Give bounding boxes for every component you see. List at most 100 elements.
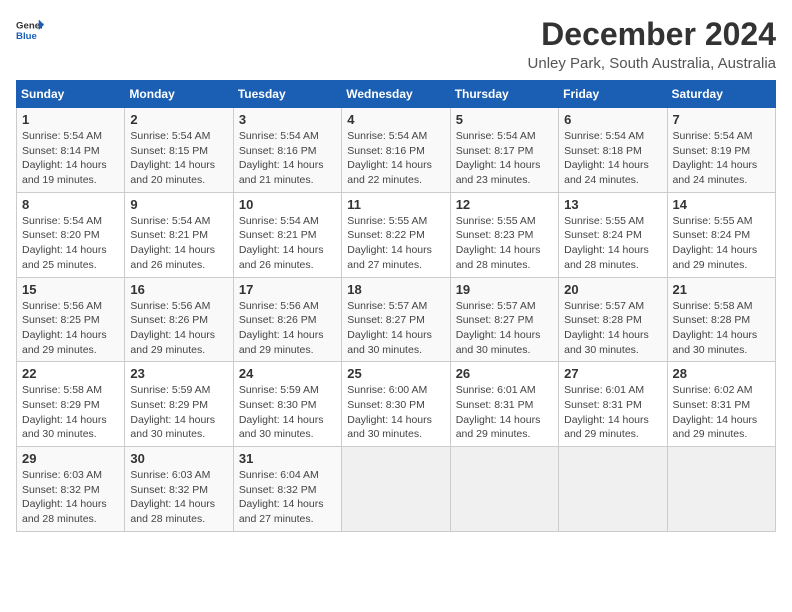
daylight-label: Daylight: 14 hours [456, 159, 541, 171]
sunrise-label: Sunrise: 5:59 AM [239, 384, 319, 396]
day-info: Sunrise: 5:54 AM Sunset: 8:21 PM Dayligh… [239, 214, 336, 273]
daylight-label: Daylight: 14 hours [564, 329, 649, 341]
daylight-minutes: and 30 minutes. [239, 428, 314, 440]
sunrise-label: Sunrise: 5:54 AM [130, 130, 210, 142]
calendar-week-row: 1 Sunrise: 5:54 AM Sunset: 8:14 PM Dayli… [17, 108, 776, 193]
calendar-day-cell: 14 Sunrise: 5:55 AM Sunset: 8:24 PM Dayl… [667, 192, 775, 277]
day-info: Sunrise: 5:57 AM Sunset: 8:27 PM Dayligh… [347, 299, 444, 358]
calendar-day-cell: 26 Sunrise: 6:01 AM Sunset: 8:31 PM Dayl… [450, 362, 558, 447]
day-number: 28 [673, 366, 770, 381]
weekday-header-monday: Monday [125, 81, 233, 108]
sunset-label: Sunset: 8:24 PM [564, 229, 642, 241]
day-number: 21 [673, 282, 770, 297]
daylight-minutes: and 20 minutes. [130, 174, 205, 186]
daylight-label: Daylight: 14 hours [673, 244, 758, 256]
day-number: 6 [564, 112, 661, 127]
sunset-label: Sunset: 8:17 PM [456, 145, 534, 157]
daylight-label: Daylight: 14 hours [239, 159, 324, 171]
sunrise-label: Sunrise: 5:54 AM [564, 130, 644, 142]
day-number: 7 [673, 112, 770, 127]
day-number: 3 [239, 112, 336, 127]
sunset-label: Sunset: 8:31 PM [564, 399, 642, 411]
daylight-minutes: and 29 minutes. [239, 344, 314, 356]
weekday-header-row: SundayMondayTuesdayWednesdayThursdayFrid… [17, 81, 776, 108]
daylight-label: Daylight: 14 hours [456, 244, 541, 256]
day-number: 15 [22, 282, 119, 297]
day-info: Sunrise: 5:54 AM Sunset: 8:19 PM Dayligh… [673, 129, 770, 188]
day-number: 29 [22, 451, 119, 466]
daylight-label: Daylight: 14 hours [564, 244, 649, 256]
daylight-minutes: and 19 minutes. [22, 174, 97, 186]
sunrise-label: Sunrise: 6:03 AM [22, 469, 102, 481]
daylight-label: Daylight: 14 hours [22, 498, 107, 510]
calendar-day-cell: 15 Sunrise: 5:56 AM Sunset: 8:25 PM Dayl… [17, 277, 125, 362]
day-info: Sunrise: 5:59 AM Sunset: 8:30 PM Dayligh… [239, 383, 336, 442]
sunrise-label: Sunrise: 5:54 AM [22, 215, 102, 227]
day-number: 8 [22, 197, 119, 212]
sunset-label: Sunset: 8:29 PM [130, 399, 208, 411]
day-number: 11 [347, 197, 444, 212]
sunset-label: Sunset: 8:16 PM [239, 145, 317, 157]
daylight-label: Daylight: 14 hours [239, 498, 324, 510]
sunset-label: Sunset: 8:19 PM [673, 145, 751, 157]
sunset-label: Sunset: 8:14 PM [22, 145, 100, 157]
month-title: December 2024 [528, 16, 776, 53]
day-number: 4 [347, 112, 444, 127]
calendar-day-cell: 20 Sunrise: 5:57 AM Sunset: 8:28 PM Dayl… [559, 277, 667, 362]
sunset-label: Sunset: 8:31 PM [673, 399, 751, 411]
calendar-week-row: 22 Sunrise: 5:58 AM Sunset: 8:29 PM Dayl… [17, 362, 776, 447]
daylight-minutes: and 25 minutes. [22, 259, 97, 271]
day-info: Sunrise: 6:04 AM Sunset: 8:32 PM Dayligh… [239, 468, 336, 527]
sunrise-label: Sunrise: 5:56 AM [130, 300, 210, 312]
calendar-day-cell: 10 Sunrise: 5:54 AM Sunset: 8:21 PM Dayl… [233, 192, 341, 277]
calendar-day-cell: 1 Sunrise: 5:54 AM Sunset: 8:14 PM Dayli… [17, 108, 125, 193]
sunset-label: Sunset: 8:31 PM [456, 399, 534, 411]
daylight-label: Daylight: 14 hours [130, 498, 215, 510]
day-number: 19 [456, 282, 553, 297]
calendar-day-cell: 12 Sunrise: 5:55 AM Sunset: 8:23 PM Dayl… [450, 192, 558, 277]
calendar-day-cell: 9 Sunrise: 5:54 AM Sunset: 8:21 PM Dayli… [125, 192, 233, 277]
sunrise-label: Sunrise: 6:01 AM [564, 384, 644, 396]
sunset-label: Sunset: 8:18 PM [564, 145, 642, 157]
sunrise-label: Sunrise: 5:58 AM [22, 384, 102, 396]
sunrise-label: Sunrise: 5:56 AM [239, 300, 319, 312]
sunset-label: Sunset: 8:30 PM [239, 399, 317, 411]
sunrise-label: Sunrise: 5:54 AM [22, 130, 102, 142]
day-info: Sunrise: 6:02 AM Sunset: 8:31 PM Dayligh… [673, 383, 770, 442]
calendar-day-cell: 7 Sunrise: 5:54 AM Sunset: 8:19 PM Dayli… [667, 108, 775, 193]
sunset-label: Sunset: 8:28 PM [564, 314, 642, 326]
sunset-label: Sunset: 8:26 PM [239, 314, 317, 326]
daylight-label: Daylight: 14 hours [673, 329, 758, 341]
calendar-day-cell: 19 Sunrise: 5:57 AM Sunset: 8:27 PM Dayl… [450, 277, 558, 362]
daylight-minutes: and 29 minutes. [456, 428, 531, 440]
daylight-minutes: and 29 minutes. [22, 344, 97, 356]
day-info: Sunrise: 6:00 AM Sunset: 8:30 PM Dayligh… [347, 383, 444, 442]
sunset-label: Sunset: 8:23 PM [456, 229, 534, 241]
daylight-label: Daylight: 14 hours [239, 329, 324, 341]
day-info: Sunrise: 6:01 AM Sunset: 8:31 PM Dayligh… [564, 383, 661, 442]
sunrise-label: Sunrise: 5:57 AM [347, 300, 427, 312]
day-number: 1 [22, 112, 119, 127]
daylight-label: Daylight: 14 hours [22, 329, 107, 341]
calendar-day-cell [342, 447, 450, 532]
day-info: Sunrise: 6:01 AM Sunset: 8:31 PM Dayligh… [456, 383, 553, 442]
day-number: 25 [347, 366, 444, 381]
daylight-minutes: and 28 minutes. [22, 513, 97, 525]
daylight-minutes: and 28 minutes. [456, 259, 531, 271]
day-info: Sunrise: 5:58 AM Sunset: 8:29 PM Dayligh… [22, 383, 119, 442]
daylight-label: Daylight: 14 hours [564, 159, 649, 171]
daylight-minutes: and 29 minutes. [564, 428, 639, 440]
day-number: 31 [239, 451, 336, 466]
daylight-minutes: and 30 minutes. [456, 344, 531, 356]
daylight-minutes: and 26 minutes. [239, 259, 314, 271]
daylight-label: Daylight: 14 hours [564, 414, 649, 426]
sunrise-label: Sunrise: 5:54 AM [239, 215, 319, 227]
calendar-day-cell: 4 Sunrise: 5:54 AM Sunset: 8:16 PM Dayli… [342, 108, 450, 193]
day-number: 24 [239, 366, 336, 381]
day-info: Sunrise: 5:54 AM Sunset: 8:14 PM Dayligh… [22, 129, 119, 188]
calendar-day-cell: 29 Sunrise: 6:03 AM Sunset: 8:32 PM Dayl… [17, 447, 125, 532]
daylight-minutes: and 29 minutes. [130, 344, 205, 356]
sunset-label: Sunset: 8:32 PM [239, 484, 317, 496]
day-number: 20 [564, 282, 661, 297]
sunset-label: Sunset: 8:27 PM [456, 314, 534, 326]
